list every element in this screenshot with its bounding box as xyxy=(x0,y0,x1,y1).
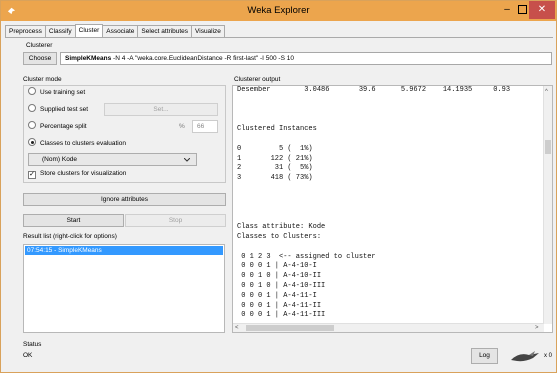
clusterer-output-content: Desember 3.0486 39.6 5.9672 14.1935 0.93… xyxy=(237,86,511,320)
status-text: OK xyxy=(23,352,33,359)
scroll-right-icon[interactable]: > xyxy=(535,324,539,332)
result-list[interactable]: 07:54:15 - SimpleKMeans xyxy=(23,244,225,333)
classes-to-clusters-label: Classes to clusters evaluation xyxy=(40,140,126,147)
tab-preprocess[interactable]: Preprocess xyxy=(5,25,46,37)
task-count: x 0 xyxy=(544,353,553,359)
store-clusters-label: Store clusters for visualization xyxy=(40,170,127,177)
ignore-attributes-button[interactable]: Ignore attributes xyxy=(23,193,226,206)
tab-associate[interactable]: Associate xyxy=(102,25,139,37)
clusterer-output-text[interactable]: Desember 3.0486 39.6 5.9672 14.1935 0.93… xyxy=(232,85,553,333)
tab-select-attributes[interactable]: Select attributes xyxy=(137,25,193,37)
title-bar[interactable]: Weka Explorer – ✕ xyxy=(1,1,556,21)
tab-classify[interactable]: Classify xyxy=(44,25,76,37)
output-horizontal-scrollbar[interactable]: < > xyxy=(233,323,544,332)
use-training-set-label: Use training set xyxy=(40,89,86,96)
tab-cluster[interactable]: Cluster xyxy=(74,24,104,37)
scroll-left-icon[interactable]: < xyxy=(235,324,239,332)
vertical-scroll-thumb[interactable] xyxy=(545,140,551,154)
use-training-set-radio[interactable] xyxy=(28,87,36,95)
tab-divider xyxy=(5,37,553,38)
result-list-item[interactable]: 07:54:15 - SimpleKMeans xyxy=(25,246,223,255)
clusterer-algorithm: SimpleKMeans xyxy=(65,55,112,62)
cluster-mode-group-label: Cluster mode xyxy=(23,76,62,83)
stop-button[interactable]: Stop xyxy=(125,214,226,227)
status-group-label: Status xyxy=(23,341,42,348)
supplied-test-set-label: Supplied test set xyxy=(40,106,89,113)
clusterer-config-field[interactable]: SimpleKMeans -N 4 -A "weka.core.Euclidea… xyxy=(60,52,552,65)
class-attribute-value: (Nom) Kode xyxy=(42,156,78,163)
scroll-up-icon[interactable]: ^ xyxy=(545,88,548,96)
use-training-set-option[interactable]: Use training set xyxy=(28,87,85,99)
percentage-field[interactable]: 66 xyxy=(192,120,218,133)
percentage-split-label: Percentage split xyxy=(40,123,87,130)
clusterer-output-group-label: Clusterer output xyxy=(234,76,281,83)
supplied-test-set-option[interactable]: Supplied test set xyxy=(28,104,88,116)
percent-symbol: % xyxy=(179,123,185,130)
chevron-down-icon xyxy=(184,158,190,162)
result-list-group-label: Result list (right-click for options) xyxy=(23,233,117,240)
supplied-test-set-radio[interactable] xyxy=(28,104,36,112)
set-test-set-button[interactable]: Set... xyxy=(104,103,218,116)
class-attribute-select[interactable]: (Nom) Kode xyxy=(28,153,197,166)
store-clusters-option[interactable]: ✓ Store clusters for visualization xyxy=(28,168,126,180)
horizontal-scroll-thumb[interactable] xyxy=(246,325,334,331)
choose-button[interactable]: Choose xyxy=(23,52,57,65)
weka-explorer-window: Weka Explorer – ✕ Preprocess Classify Cl… xyxy=(0,0,557,373)
tab-visualize[interactable]: Visualize xyxy=(191,25,225,37)
classes-to-clusters-option[interactable]: Classes to clusters evaluation xyxy=(28,138,126,150)
close-icon[interactable]: ✕ xyxy=(529,1,555,19)
classes-to-clusters-radio[interactable] xyxy=(28,138,36,146)
window-title: Weka Explorer xyxy=(247,5,310,16)
tab-bar: Preprocess Classify Cluster Associate Se… xyxy=(5,24,225,37)
clusterer-options: -N 4 -A "weka.core.EuclideanDistance -R … xyxy=(111,55,294,62)
clusterer-group-label: Clusterer xyxy=(26,42,53,49)
store-clusters-checkbox[interactable]: ✓ xyxy=(28,171,36,179)
log-button[interactable]: Log xyxy=(471,348,498,364)
start-button[interactable]: Start xyxy=(23,214,124,227)
weka-bird-status-icon xyxy=(511,351,539,362)
percentage-split-radio[interactable] xyxy=(28,121,36,129)
percentage-split-option[interactable]: Percentage split xyxy=(28,121,87,133)
output-vertical-scrollbar[interactable]: ^ xyxy=(543,86,552,324)
